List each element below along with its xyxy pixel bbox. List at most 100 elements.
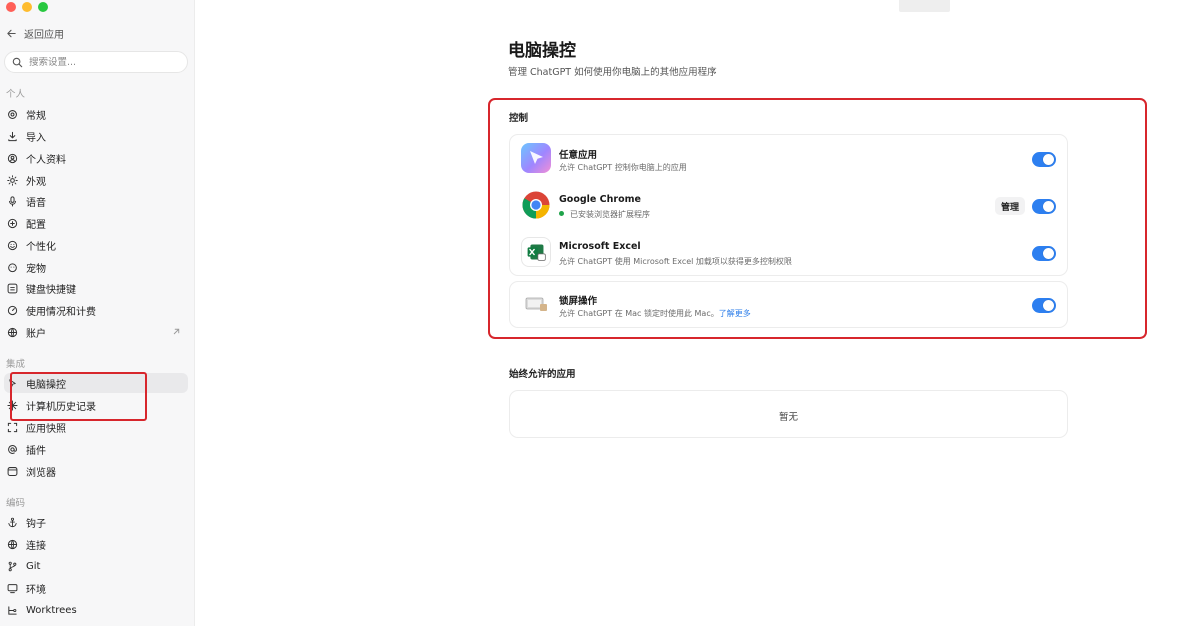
sidebar-item-git[interactable]: Git xyxy=(4,556,188,576)
sidebar-item-label: 浏览器 xyxy=(26,467,56,479)
control-section-label: 控制 xyxy=(509,113,529,124)
download-icon xyxy=(8,131,17,141)
sidebar-item-computer-control[interactable]: 电脑操控 xyxy=(4,373,188,393)
sidebar-item-voice[interactable]: 语音 xyxy=(4,191,188,211)
sun-icon xyxy=(7,174,18,186)
sidebar-item-label: 个性化 xyxy=(26,241,56,253)
sidebar-item-plugins[interactable]: 插件 xyxy=(4,439,188,459)
sidebar-item-computer-history[interactable]: 计算机历史记录 xyxy=(4,395,188,415)
sidebar-item-label: 应用快照 xyxy=(26,423,66,435)
app-row-any-app: 任意应用 允许 ChatGPT 控制你电脑上的应用 xyxy=(510,136,1067,182)
page-title: 电脑操控 xyxy=(508,41,576,61)
sidebar-item-label: 计算机历史记录 xyxy=(26,401,96,413)
empty-state-text: 暂无 xyxy=(778,412,798,423)
any-app-icon xyxy=(521,143,551,173)
chrome-icon xyxy=(521,190,551,220)
toggle-knob xyxy=(1043,201,1054,212)
gear-icon xyxy=(8,109,17,119)
minimize-window-button[interactable] xyxy=(22,2,32,12)
sidebar-item-usage-billing[interactable]: 使用情况和计费 xyxy=(4,300,188,320)
page-subtitle: 管理 ChatGPT 如何使用你电脑上的其他应用程序 xyxy=(508,67,717,78)
sidebar-item-connections[interactable]: 连接 xyxy=(4,534,188,554)
installed-status-dot xyxy=(559,211,564,216)
lock-screen-desc: 允许 ChatGPT 在 Mac 锁定时使用此 Mac。了解更多 xyxy=(559,308,751,319)
toggle-knob xyxy=(1043,300,1054,311)
git-branch-icon xyxy=(8,561,17,571)
app-title: 任意应用 xyxy=(559,150,598,161)
sidebar-item-label: Worktrees xyxy=(26,604,77,616)
app-desc-text: 已安装浏览器扩展程序 xyxy=(570,210,650,219)
sidebar-item-personalization[interactable]: 个性化 xyxy=(4,235,188,255)
sidebar-item-config[interactable]: 配置 xyxy=(4,213,188,233)
settings-search[interactable] xyxy=(4,51,188,73)
worktree-icon xyxy=(8,605,17,615)
section-personal: 个人 xyxy=(6,89,26,100)
app-row-microsoft-excel: Microsoft Excel 允许 ChatGPT 使用 Microsoft … xyxy=(510,230,1067,276)
sidebar-item-label: 常规 xyxy=(26,110,46,122)
globe-icon xyxy=(7,539,18,549)
sidebar-item-import[interactable]: 导入 xyxy=(4,126,188,146)
search-input[interactable] xyxy=(29,56,179,68)
lock-screen-desc-text: 允许 ChatGPT 在 Mac 锁定时使用此 Mac。 xyxy=(559,309,719,318)
window-controls xyxy=(6,2,48,12)
sidebar-item-label: 账户 xyxy=(26,328,46,340)
zoom-window-button[interactable] xyxy=(38,2,48,12)
sidebar-item-label: 环境 xyxy=(26,584,46,596)
sidebar-item-label: 语音 xyxy=(26,197,46,209)
user-icon xyxy=(7,153,18,163)
settings-sidebar: 返回应用 个人 常规 导入 个人资料 外观 语音 配置 个性化 宠物 键盘快捷键 xyxy=(0,0,195,626)
sidebar-item-label: 外观 xyxy=(26,176,46,188)
at-icon xyxy=(8,444,17,454)
sidebar-item-general[interactable]: 常规 xyxy=(4,104,188,124)
window-top-tab xyxy=(899,0,950,12)
any-app-toggle[interactable] xyxy=(1032,152,1056,167)
toggle-knob xyxy=(1043,248,1054,259)
cursor-icon xyxy=(9,378,16,387)
sidebar-item-hooks[interactable]: 钩子 xyxy=(4,512,188,532)
app-desc: 已安装浏览器扩展程序 xyxy=(559,209,650,220)
sidebar-item-label: 使用情况和计费 xyxy=(26,306,96,318)
back-to-app-button[interactable]: 返回应用 xyxy=(6,26,64,41)
search-icon xyxy=(12,57,23,67)
app-title: Google Chrome xyxy=(559,194,641,205)
globe-icon xyxy=(7,327,18,337)
sidebar-item-browser[interactable]: 浏览器 xyxy=(4,461,188,481)
lock-screen-icon xyxy=(521,289,551,319)
always-allowed-card: 暂无 xyxy=(509,390,1068,438)
sidebar-item-pets[interactable]: 宠物 xyxy=(4,257,188,277)
sidebar-item-label: Git xyxy=(26,560,41,572)
section-coding: 编码 xyxy=(6,498,26,509)
settings-icon xyxy=(7,218,18,228)
sidebar-item-label: 插件 xyxy=(26,445,46,457)
external-link-icon xyxy=(173,328,180,335)
sidebar-item-keyboard-shortcuts[interactable]: 键盘快捷键 xyxy=(4,278,188,298)
pet-icon xyxy=(8,262,17,272)
microphone-icon xyxy=(9,195,16,206)
gauge-icon xyxy=(7,305,18,315)
app-row-google-chrome: Google Chrome 已安装浏览器扩展程序 管理 xyxy=(510,183,1067,229)
sidebar-item-app-snapshots[interactable]: 应用快照 xyxy=(4,417,188,437)
sidebar-item-label: 导入 xyxy=(26,132,46,144)
sidebar-item-label: 个人资料 xyxy=(26,154,66,166)
chrome-toggle[interactable] xyxy=(1032,199,1056,214)
sidebar-item-profile[interactable]: 个人资料 xyxy=(4,148,188,168)
app-title: Microsoft Excel xyxy=(559,241,641,252)
sidebar-item-environment[interactable]: 环境 xyxy=(4,578,188,598)
excel-toggle[interactable] xyxy=(1032,246,1056,261)
sidebar-item-worktrees[interactable]: Worktrees xyxy=(4,600,188,620)
manage-button[interactable]: 管理 xyxy=(994,197,1025,215)
section-integrations: 集成 xyxy=(6,359,26,370)
keyboard-icon xyxy=(7,283,18,293)
sidebar-item-account[interactable]: 账户 xyxy=(4,322,188,342)
sidebar-item-appearance[interactable]: 外观 xyxy=(4,170,188,190)
sidebar-item-label: 电脑操控 xyxy=(26,379,66,391)
browser-icon xyxy=(7,466,18,476)
lock-screen-toggle[interactable] xyxy=(1032,298,1056,313)
close-window-button[interactable] xyxy=(6,2,16,12)
learn-more-link[interactable]: 了解更多 xyxy=(719,309,751,318)
app-desc: 允许 ChatGPT 控制你电脑上的应用 xyxy=(559,163,687,172)
toggle-knob xyxy=(1043,154,1054,165)
lock-screen-title: 锁屏操作 xyxy=(559,296,598,307)
snapshot-icon xyxy=(7,422,18,432)
monitor-icon xyxy=(7,583,18,593)
